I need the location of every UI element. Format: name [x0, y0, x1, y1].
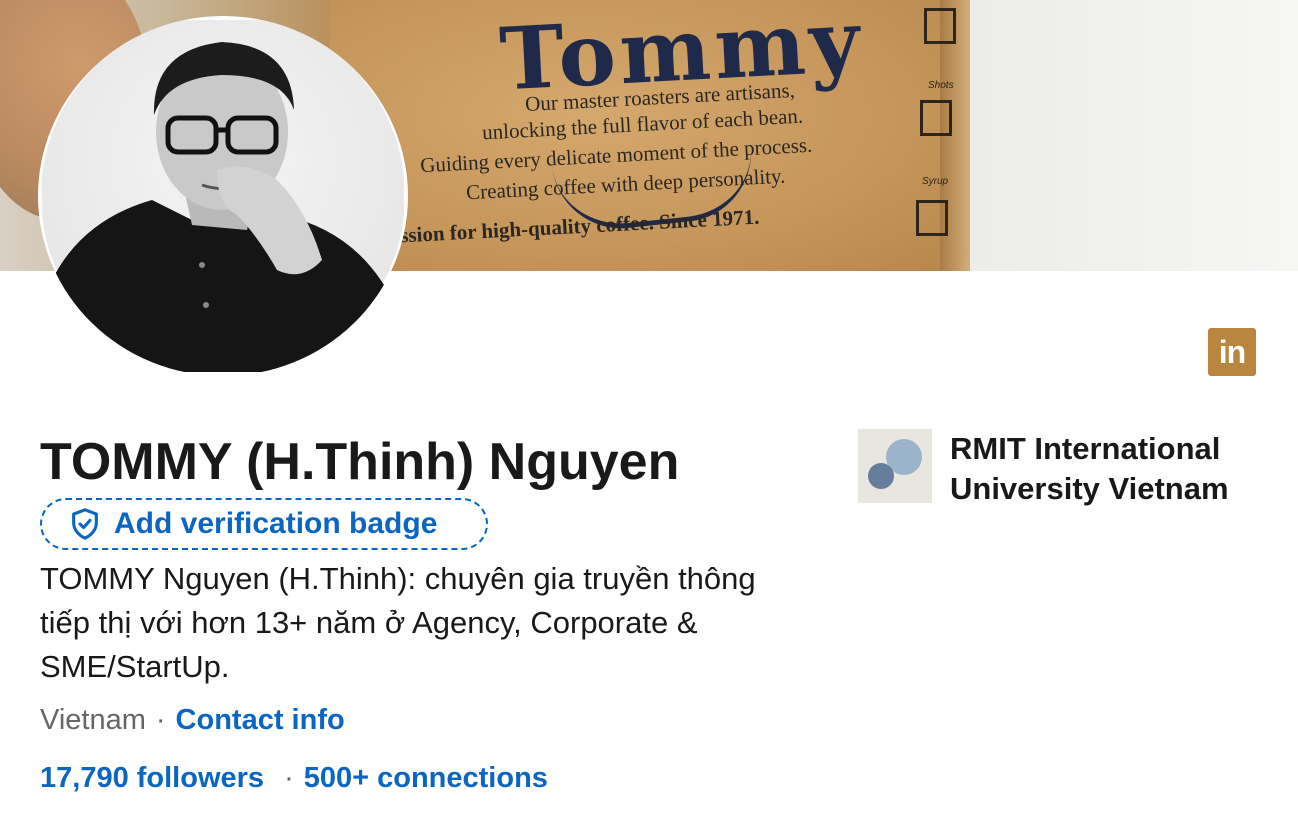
connections-link[interactable]: 500+ connections	[304, 762, 548, 795]
shield-check-icon	[72, 508, 98, 540]
profile-headline: TOMMY Nguyen (H.Thinh): chuyên gia truyề…	[40, 561, 756, 684]
avatar-portrait-icon	[42, 20, 404, 372]
banner-cup-checkbox	[920, 100, 952, 136]
school-name-line: RMIT International	[950, 431, 1221, 466]
profile-name: TOMMY (H.Thinh) Nguyen	[40, 433, 680, 491]
separator-dot: ·	[284, 762, 294, 794]
stats-row: 17,790 followers · 500+ connections	[40, 762, 548, 795]
school-logo-icon	[858, 429, 932, 503]
banner-cup-label: Shots	[928, 80, 954, 91]
linkedin-icon[interactable]: in	[1208, 328, 1256, 376]
banner-cup-checkbox	[916, 200, 948, 236]
banner-cup-checkbox	[924, 8, 956, 44]
banner-right-background	[970, 0, 1298, 271]
profile-location: Vietnam	[40, 704, 146, 736]
contact-info-link[interactable]: Contact info	[176, 704, 345, 737]
separator-dot: ·	[155, 704, 166, 736]
add-verification-badge-button[interactable]: Add verification badge	[40, 498, 488, 550]
logo-circle-small	[868, 463, 894, 489]
verification-badge-label: Add verification badge	[114, 507, 438, 540]
education-entry[interactable]: RMIT International University Vietnam	[858, 429, 1250, 509]
school-name: RMIT International University Vietnam	[950, 429, 1250, 509]
school-name-line: University Vietnam	[950, 471, 1229, 506]
banner-cup-label: Syrup	[922, 176, 949, 187]
profile-avatar[interactable]	[38, 16, 408, 376]
followers-link[interactable]: 17,790 followers	[40, 762, 264, 795]
location-row: Vietnam · Contact info	[40, 704, 345, 737]
